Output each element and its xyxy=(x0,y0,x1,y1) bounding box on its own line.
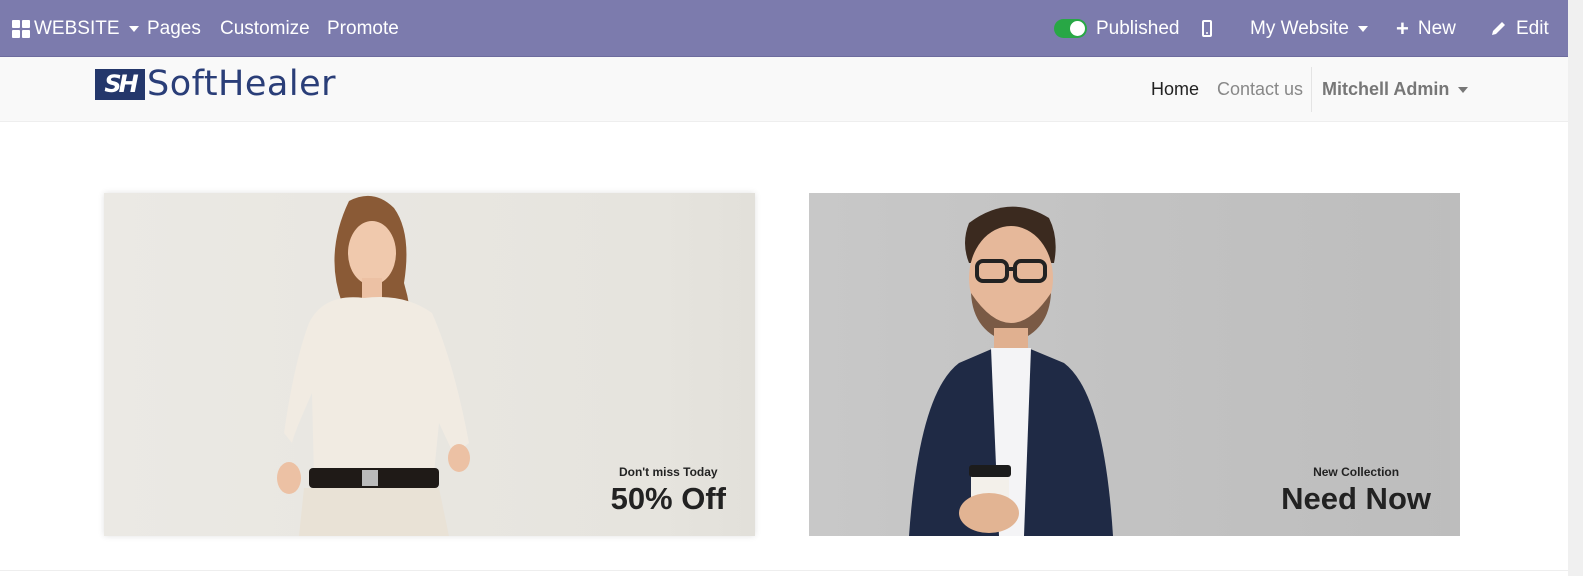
edit-label: Edit xyxy=(1516,17,1549,39)
caret-down-icon xyxy=(128,25,139,32)
banner-caption: New Collection Need Now xyxy=(1281,465,1431,517)
woman-model-image xyxy=(277,195,470,536)
user-name: Mitchell Admin xyxy=(1322,79,1450,99)
man-model-image xyxy=(909,206,1113,536)
plus-icon: + xyxy=(1396,15,1409,41)
website-menu-label: WEBSITE xyxy=(34,17,120,39)
caret-down-icon xyxy=(1458,86,1469,93)
banner-title: Need Now xyxy=(1281,481,1431,516)
apps-grid-icon xyxy=(12,19,30,38)
user-menu[interactable]: Mitchell Admin xyxy=(1322,57,1469,122)
edit-button[interactable]: Edit xyxy=(1490,0,1549,57)
vertical-scrollbar[interactable] xyxy=(1568,0,1583,576)
logo-mark: SH xyxy=(95,68,145,100)
banner-subtitle: Don't miss Today xyxy=(618,465,718,479)
my-website-label: My Website xyxy=(1250,17,1349,39)
my-website-switcher[interactable]: My Website xyxy=(1250,0,1368,57)
published-label: Published xyxy=(1096,17,1180,39)
banner-subtitle: New Collection xyxy=(1313,465,1400,479)
promo-banner-sale[interactable]: Don't miss Today 50% Off xyxy=(104,193,755,536)
new-label: New xyxy=(1417,17,1456,39)
website-admin-bar: WEBSITE Pages Customize Promote Publishe… xyxy=(0,0,1568,57)
published-toggle[interactable]: Published xyxy=(1054,0,1179,57)
logo-text: SoftHealer xyxy=(147,64,337,104)
promo-banner-collection[interactable]: New Collection Need Now xyxy=(809,193,1460,536)
banner-caption: Don't miss Today 50% Off xyxy=(611,465,726,517)
nav-contact-us[interactable]: Contact us xyxy=(1217,57,1303,122)
website-apps-menu[interactable]: WEBSITE xyxy=(12,0,139,57)
pencil-icon xyxy=(1490,20,1507,37)
caret-down-icon xyxy=(1357,25,1368,32)
company-logo[interactable]: SH SoftHealer xyxy=(95,64,337,104)
pages-menu[interactable]: Pages xyxy=(147,0,201,57)
nav-home[interactable]: Home xyxy=(1151,57,1199,122)
site-header: SH SoftHealer Home Contact us Mitchell A… xyxy=(0,57,1568,122)
toggle-switch-icon xyxy=(1054,19,1087,38)
new-button[interactable]: + New xyxy=(1396,0,1456,57)
section-divider xyxy=(0,570,1568,571)
promote-menu[interactable]: Promote xyxy=(327,0,399,57)
customize-menu[interactable]: Customize xyxy=(220,0,310,57)
nav-divider xyxy=(1311,67,1312,112)
mobile-phone-icon xyxy=(1202,20,1212,37)
banner-title: 50% Off xyxy=(610,481,726,516)
mobile-preview-button[interactable] xyxy=(1202,0,1212,57)
